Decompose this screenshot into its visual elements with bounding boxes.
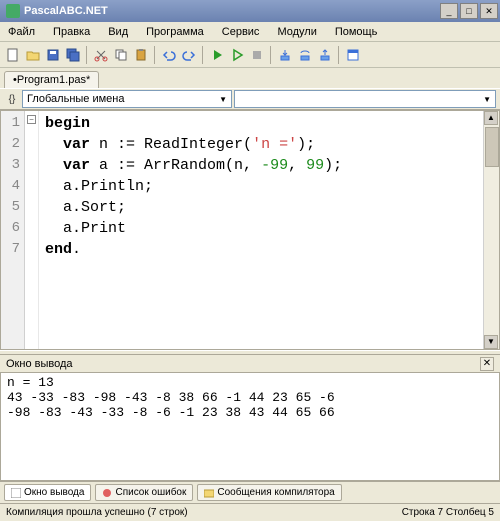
title-bar: PascalABC.NET _ □ ✕ xyxy=(0,0,500,22)
editor-tabs: •Program1.pas* xyxy=(0,68,500,88)
step-out-icon[interactable] xyxy=(316,46,334,64)
bottom-tabs: Окно вывода Список ошибок Сообщения комп… xyxy=(0,481,500,503)
nav-row: {} Глобальные имена ▼ ▼ xyxy=(0,88,500,110)
scroll-thumb[interactable] xyxy=(485,127,499,167)
step-into-icon[interactable] xyxy=(276,46,294,64)
fold-column: − xyxy=(25,111,39,349)
status-bar: Компиляция прошла успешно (7 строк) Стро… xyxy=(0,503,500,521)
chevron-down-icon: ▼ xyxy=(219,95,227,104)
line-gutter: 123 456 7 xyxy=(1,111,25,349)
paste-icon[interactable] xyxy=(132,46,150,64)
nav-scope-icon[interactable]: {} xyxy=(4,91,20,107)
menu-help[interactable]: Помощь xyxy=(331,24,382,40)
fold-toggle[interactable]: − xyxy=(27,115,36,124)
scroll-up-icon[interactable]: ▲ xyxy=(484,111,498,125)
status-message: Компиляция прошла успешно (7 строк) xyxy=(6,507,188,518)
copy-icon[interactable] xyxy=(112,46,130,64)
output-close-icon[interactable]: ✕ xyxy=(480,357,494,371)
tab-errors[interactable]: Список ошибок xyxy=(95,484,193,501)
step-over-icon[interactable] xyxy=(296,46,314,64)
close-button[interactable]: ✕ xyxy=(480,3,498,19)
code-text[interactable]: begin var n := ReadInteger('n ='); var a… xyxy=(39,111,499,349)
form-designer-icon[interactable] xyxy=(344,46,362,64)
member-select[interactable]: ▼ xyxy=(234,90,496,108)
cut-icon[interactable] xyxy=(92,46,110,64)
menu-modules[interactable]: Модули xyxy=(273,24,320,40)
tab-output[interactable]: Окно вывода xyxy=(4,484,91,501)
menu-service[interactable]: Сервис xyxy=(218,24,264,40)
scroll-down-icon[interactable]: ▼ xyxy=(484,335,498,349)
menu-bar: Файл Правка Вид Программа Сервис Модули … xyxy=(0,22,500,42)
scope-select[interactable]: Глобальные имена ▼ xyxy=(22,90,232,108)
menu-file[interactable]: Файл xyxy=(4,24,39,40)
chevron-down-icon: ▼ xyxy=(483,95,491,104)
minimize-button[interactable]: _ xyxy=(440,3,458,19)
file-tab[interactable]: •Program1.pas* xyxy=(4,71,99,88)
menu-view[interactable]: Вид xyxy=(104,24,132,40)
code-editor[interactable]: 123 456 7 − begin var n := ReadInteger('… xyxy=(0,110,500,350)
run-icon[interactable] xyxy=(208,46,226,64)
open-file-icon[interactable] xyxy=(24,46,42,64)
stop-icon[interactable] xyxy=(248,46,266,64)
scope-label: Глобальные имена xyxy=(27,93,125,105)
maximize-button[interactable]: □ xyxy=(460,3,478,19)
save-all-icon[interactable] xyxy=(64,46,82,64)
redo-icon[interactable] xyxy=(180,46,198,64)
output-header: Окно вывода ✕ xyxy=(0,355,500,373)
cursor-position: Строка 7 Столбец 5 xyxy=(402,507,494,518)
save-icon[interactable] xyxy=(44,46,62,64)
vertical-scrollbar[interactable]: ▲ ▼ xyxy=(483,111,499,349)
output-title: Окно вывода xyxy=(6,358,73,370)
output-panel[interactable]: n = 1343 -33 -83 -98 -43 -8 38 66 -1 44 … xyxy=(0,373,500,481)
new-file-icon[interactable] xyxy=(4,46,22,64)
menu-program[interactable]: Программа xyxy=(142,24,208,40)
app-icon xyxy=(6,4,20,18)
tab-compiler-messages[interactable]: Сообщения компилятора xyxy=(197,484,341,501)
window-title: PascalABC.NET xyxy=(24,5,440,17)
undo-icon[interactable] xyxy=(160,46,178,64)
run-no-debug-icon[interactable] xyxy=(228,46,246,64)
menu-edit[interactable]: Правка xyxy=(49,24,94,40)
toolbar xyxy=(0,42,500,68)
